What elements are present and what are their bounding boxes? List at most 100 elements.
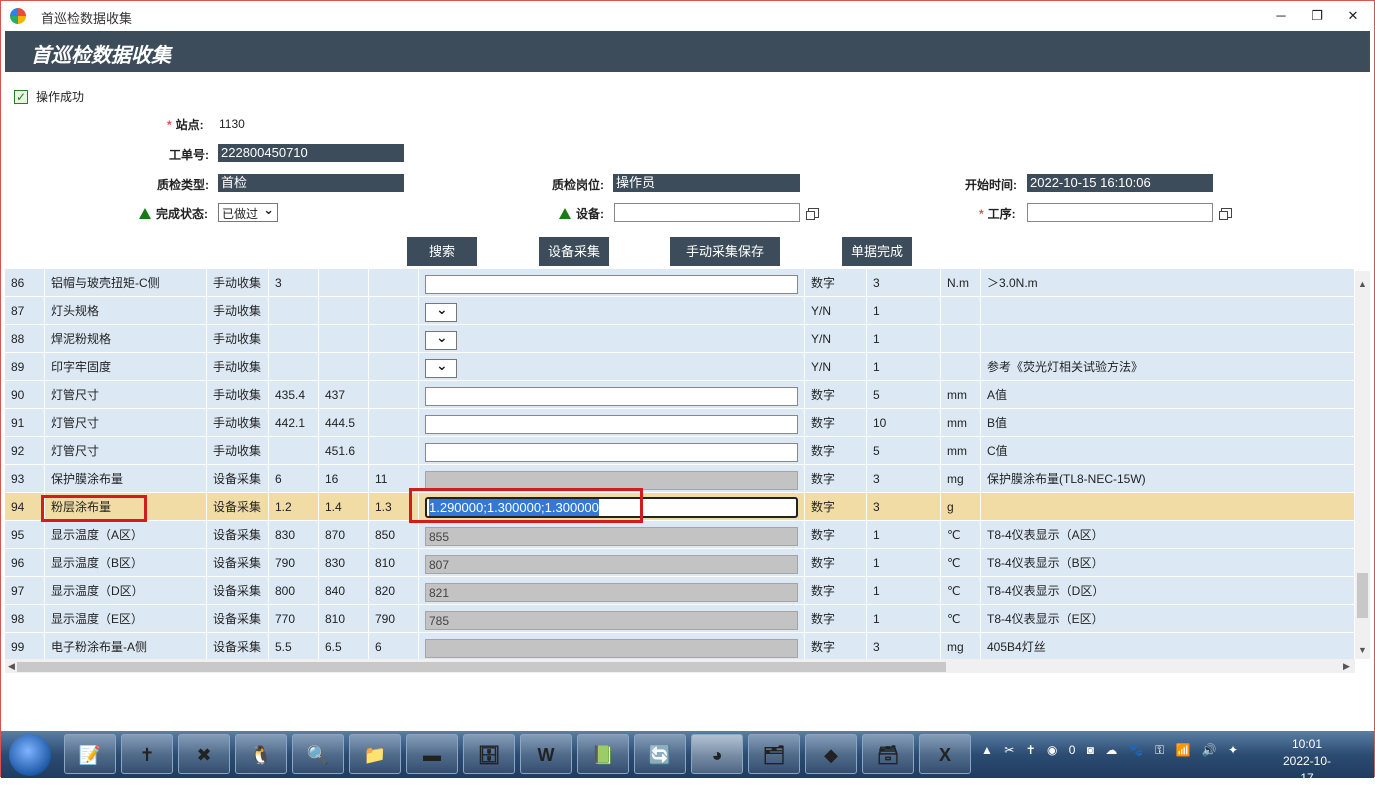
cell-unit: ℃ <box>941 577 981 605</box>
cell-method: 设备采集 <box>207 549 269 577</box>
done-status-select[interactable]: 已做过 <box>218 202 278 222</box>
cell-method: 设备采集 <box>207 465 269 493</box>
cell-a <box>269 437 319 465</box>
taskbar-app-button[interactable]: 📁 <box>349 734 401 774</box>
clock[interactable]: 10:01 2022-10-17 <box>1277 736 1337 787</box>
taskbar-app-button[interactable]: 🔄 <box>634 734 686 774</box>
table-row[interactable]: 88 焊泥粉规格 手动收集 Y/N 1 <box>5 325 1355 353</box>
cell-name: 灯管尺寸 <box>45 437 207 465</box>
taskbar-app-button[interactable]: 🐧 <box>235 734 287 774</box>
annotation-box-value <box>409 488 643 523</box>
checkbox-check-icon[interactable]: ✓ <box>14 89 28 104</box>
cell-name: 铝帽与玻壳扭矩-C侧 <box>45 269 207 297</box>
cell-a: 770 <box>269 605 319 633</box>
vertical-scroll-thumb[interactable] <box>1357 573 1368 618</box>
cell-n: 10 <box>867 409 941 437</box>
cell-n: 3 <box>867 493 941 521</box>
table-row[interactable]: 95 显示温度（A区） 设备采集 830 870 850 数字 1 ℃ T8-4仪表显示（A区） 8… <box>5 521 1355 549</box>
cell-b: 451.6 <box>319 437 369 465</box>
cell-remark: B值 <box>981 409 1355 437</box>
value-input[interactable]: 807 <box>425 555 798 574</box>
cell-input <box>419 353 805 381</box>
taskbar-app-button[interactable]: ✝ <box>121 734 173 774</box>
table-row[interactable]: 91 灯管尺寸 手动收集 442.1 444.5 数字 10 mm B值 <box>5 409 1355 437</box>
value-select[interactable] <box>425 357 457 378</box>
cell-b <box>319 269 369 297</box>
cell-a: 830 <box>269 521 319 549</box>
horizontal-scroll-thumb[interactable] <box>17 662 946 672</box>
scroll-right-icon[interactable]: ▶ <box>1343 661 1350 672</box>
value-input[interactable]: 785 <box>425 611 798 630</box>
qc-type-field[interactable]: 首检 <box>218 174 404 192</box>
taskbar-app-button[interactable]: 📝 <box>64 734 116 774</box>
table-row[interactable]: 86 铝帽与玻壳扭矩-C侧 手动收集 3 数字 3 N.m ＞3.0N.m <box>5 269 1355 297</box>
table-row[interactable]: 89 印字牢固度 手动收集 Y/N 1 参考《荧光灯相关试验方法》 <box>5 353 1355 381</box>
table-row[interactable]: 93 保护膜涂布量 设备采集 6 16 11 数字 3 mg 保护膜涂布量(TL8-NEC-15W… <box>5 465 1355 493</box>
qc-post-field[interactable]: 操作员 <box>613 174 800 192</box>
table-row[interactable]: 92 灯管尺寸 手动收集 451.6 数字 5 mm C值 <box>5 437 1355 465</box>
equipment-collect-button[interactable]: 设备采集 <box>539 237 609 266</box>
start-time-field[interactable]: 2022-10-15 16:10:06 <box>1027 174 1213 192</box>
cell-no: 93 <box>5 465 45 493</box>
system-tray[interactable]: ▲ ✂ ✝ ◉ 0 ◙ ☁ 🐾 ⚿ 📶 🔊 ✦ <box>981 743 1242 758</box>
cell-b: 444.5 <box>319 409 369 437</box>
scroll-down-icon[interactable]: ▼ <box>1358 645 1367 655</box>
search-button[interactable]: 搜索 <box>407 237 477 266</box>
doc-complete-button[interactable]: 单据完成 <box>842 237 912 266</box>
value-input[interactable] <box>425 415 798 434</box>
value-input[interactable]: 821 <box>425 583 798 602</box>
cell-b: 16 <box>319 465 369 493</box>
taskbar-app-button[interactable]: 📗 <box>577 734 629 774</box>
table-row[interactable]: 98 显示温度（E区） 设备采集 770 810 790 数字 1 ℃ T8-4仪表显示（E区） 7… <box>5 605 1355 633</box>
start-button[interactable] <box>9 734 51 776</box>
value-select[interactable] <box>425 329 457 350</box>
scroll-left-icon[interactable]: ◀ <box>8 661 15 672</box>
table-row[interactable]: 97 显示温度（D区） 设备采集 800 840 820 数字 1 ℃ T8-4仪表显示（D区） 8… <box>5 577 1355 605</box>
cell-name: 印字牢固度 <box>45 353 207 381</box>
cell-c: 790 <box>369 605 419 633</box>
taskbar-app-button[interactable]: 🗃 <box>862 734 914 774</box>
table-row[interactable]: 90 灯管尺寸 手动收集 435.4 437 数字 5 mm A值 <box>5 381 1355 409</box>
cell-type: 数字 <box>805 269 867 297</box>
table-row[interactable]: 87 灯头规格 手动收集 Y/N 1 <box>5 297 1355 325</box>
table-row[interactable]: 94 粉层涂布量 设备采集 1.2 1.4 1.3 数字 3 g 1.290000;1.30000… <box>5 493 1355 521</box>
data-grid: 86 铝帽与玻壳扭矩-C侧 手动收集 3 数字 3 N.m ＞3.0N.m 87 灯头规格 手动收集… <box>5 269 1355 659</box>
cell-a: 800 <box>269 577 319 605</box>
cell-name: 显示温度（D区） <box>45 577 207 605</box>
required-mark: * <box>167 118 172 132</box>
cell-c: 850 <box>369 521 419 549</box>
equipment-lookup-icon[interactable] <box>806 208 819 220</box>
value-input[interactable]: 855 <box>425 527 798 546</box>
table-row[interactable]: 99 电子粉涂布量-A侧 设备采集 5.5 6.5 6 数字 3 mg 405B4灯丝 <box>5 633 1355 659</box>
minimize-button[interactable]: ─ <box>1267 5 1295 27</box>
taskbar-app-button[interactable]: ◕ <box>691 734 743 774</box>
cell-a: 435.4 <box>269 381 319 409</box>
taskbar-app-button[interactable]: W <box>520 734 572 774</box>
manual-save-button[interactable]: 手动采集保存 <box>670 237 780 266</box>
taskbar-app-button[interactable]: ▬ <box>406 734 458 774</box>
taskbar-app-button[interactable]: ◆ <box>805 734 857 774</box>
cell-n: 1 <box>867 577 941 605</box>
value-input[interactable] <box>425 639 798 658</box>
cell-input <box>419 325 805 353</box>
workorder-field[interactable]: 222800450710 <box>218 144 404 162</box>
restore-button[interactable]: ❐ <box>1303 5 1331 27</box>
table-row[interactable]: 96 显示温度（B区） 设备采集 790 830 810 数字 1 ℃ T8-4仪表显示（B区） 8… <box>5 549 1355 577</box>
process-input[interactable] <box>1027 203 1213 222</box>
value-input[interactable] <box>425 387 798 406</box>
taskbar-app-button[interactable]: 🗂 <box>748 734 800 774</box>
value-input[interactable] <box>425 275 798 294</box>
taskbar-app-button[interactable]: ✖ <box>178 734 230 774</box>
cell-type: Y/N <box>805 325 867 353</box>
process-lookup-icon[interactable] <box>1219 208 1232 220</box>
close-button[interactable]: ✕ <box>1339 5 1367 27</box>
scroll-up-icon[interactable]: ▲ <box>1358 279 1367 289</box>
taskbar-app-button[interactable]: 🔍 <box>292 734 344 774</box>
cell-remark: T8-4仪表显示（D区） <box>981 577 1355 605</box>
value-select[interactable] <box>425 301 457 322</box>
value-input[interactable] <box>425 443 798 462</box>
equipment-input[interactable] <box>614 203 800 222</box>
cell-no: 94 <box>5 493 45 521</box>
taskbar-app-button[interactable]: 🗄 <box>463 734 515 774</box>
taskbar-app-button[interactable]: X <box>919 734 971 774</box>
